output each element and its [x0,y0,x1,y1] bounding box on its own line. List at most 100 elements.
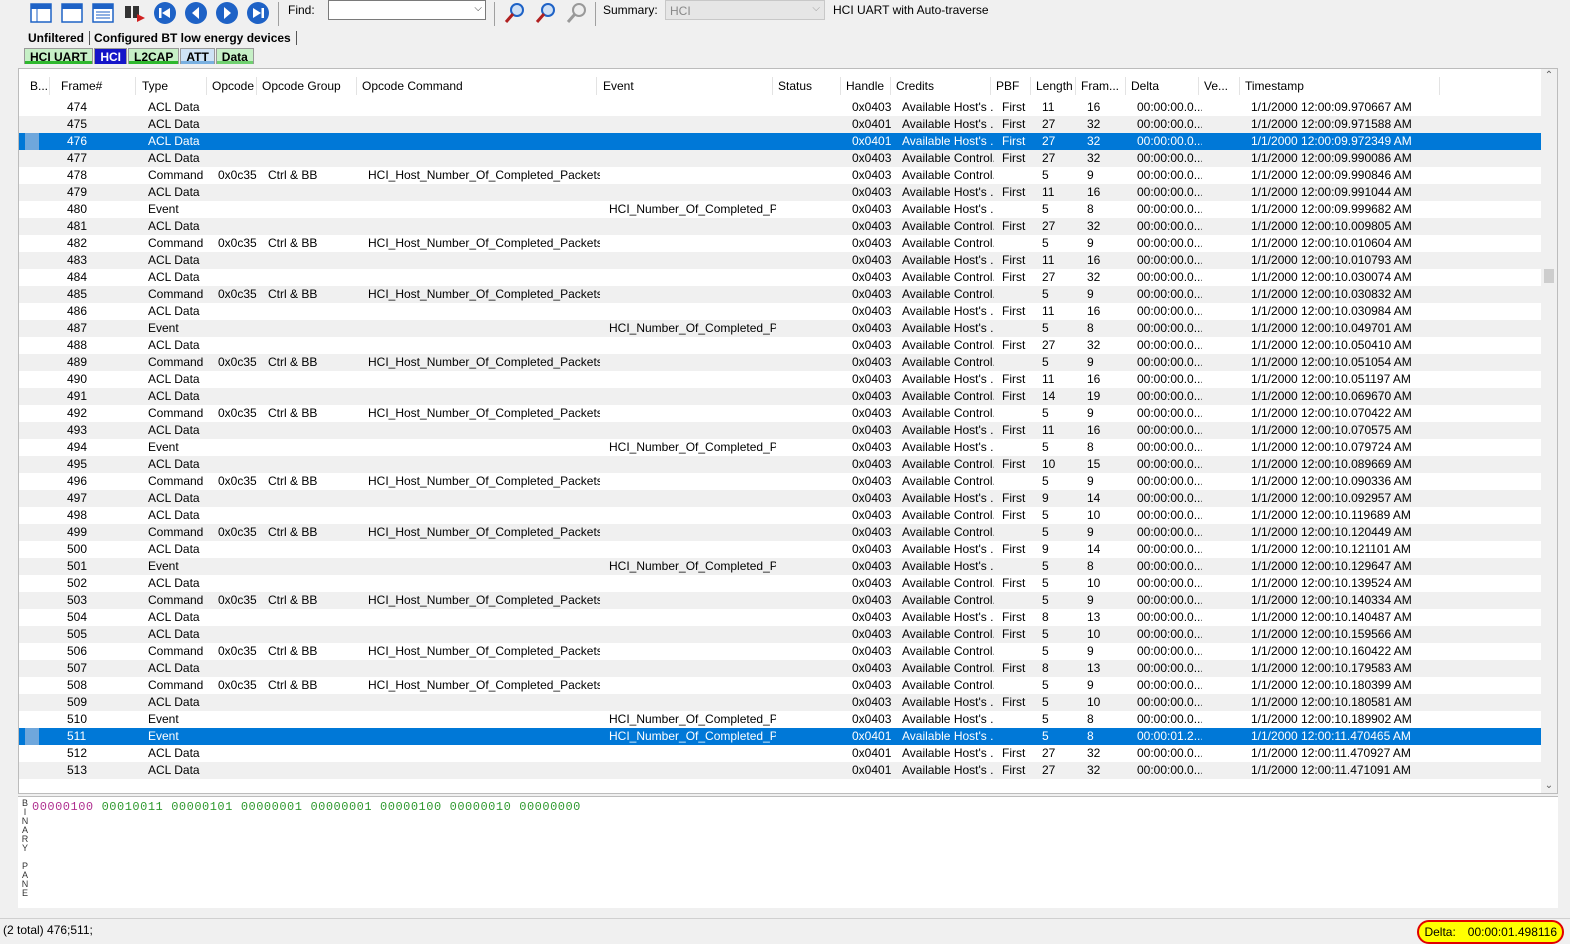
binary-byte[interactable]: 00010011 [102,800,164,814]
table-row[interactable]: 497 ACL Data 0x0403 Available Host's ... Fir… [19,490,1543,507]
table-row[interactable]: 486 ACL Data 0x0403 Available Host's ... Fir… [19,303,1543,320]
table-row[interactable]: 512 ACL Data 0x0401 Available Host's ... Fir… [19,745,1543,762]
find-binoculars-icon[interactable] [121,2,147,24]
column-header-type[interactable]: Type [137,77,207,95]
table-row[interactable]: 493 ACL Data 0x0403 Available Host's ... Fir… [19,422,1543,439]
cell-frame: 496 [67,474,88,488]
binary-byte[interactable]: 00000100 [32,800,94,814]
table-row[interactable]: 513 ACL Data 0x0401 Available Host's ... Fir… [19,762,1543,779]
column-header-version[interactable]: Ve... [1199,77,1240,95]
column-header-opcode[interactable]: Opcode [207,77,257,95]
table-row[interactable]: 500 ACL Data 0x0403 Available Host's ... Fir… [19,541,1543,558]
binary-byte[interactable]: 00000001 [310,800,372,814]
chevron-down-icon[interactable]: ⌵ [474,3,482,14]
find-input[interactable]: ⌵ [328,0,486,20]
cell-timestamp: 1/1/2000 12:00:10.049701 AM [1251,321,1412,335]
summary-label: Summary: [603,3,658,17]
table-row[interactable]: 488 ACL Data 0x0403 Available Control... Fir… [19,337,1543,354]
column-header-timestamp[interactable]: Timestamp [1240,77,1440,95]
table-row[interactable]: 502 ACL Data 0x0403 Available Control... Fir… [19,575,1543,592]
column-header-status[interactable]: Status [773,77,841,95]
table-row[interactable]: 480 Event HCI_Number_Of_Completed_Pa... 0x0… [19,201,1543,218]
table-row[interactable]: 481 ACL Data 0x0403 Available Control... Fir… [19,218,1543,235]
table-row[interactable]: 504 ACL Data 0x0403 Available Host's ... Fir… [19,609,1543,626]
column-header-pbf[interactable]: PBF [991,77,1031,95]
binary-byte[interactable]: 00000010 [450,800,512,814]
table-row[interactable]: 479 ACL Data 0x0403 Available Host's ... Fir… [19,184,1543,201]
table-row[interactable]: 477 ACL Data 0x0403 Available Control... Fir… [19,150,1543,167]
table-row[interactable]: 503 Command 0x0c35 Ctrl & BB HCI_Host_Number… [19,592,1543,609]
table-row[interactable]: 495 ACL Data 0x0403 Available Control... Fir… [19,456,1543,473]
binary-byte[interactable]: 00000100 [380,800,442,814]
pane-layout-2-icon[interactable] [59,2,85,24]
table-row[interactable]: 496 Command 0x0c35 Ctrl & BB HCI_Host_Number… [19,473,1543,490]
find-forward-icon[interactable] [533,2,559,24]
table-row[interactable]: 498 ACL Data 0x0403 Available Control... Fir… [19,507,1543,524]
cell-handle: 0x0403 [852,457,892,471]
tab-data[interactable]: Data [215,48,254,64]
table-row[interactable]: 483 ACL Data 0x0403 Available Host's ... Fir… [19,252,1543,269]
table-row[interactable]: 509 ACL Data 0x0403 Available Host's ... Fir… [19,694,1543,711]
binary-byte[interactable]: 00000000 [519,800,581,814]
table-row[interactable]: 476 ACL Data 0x0401 Available Host's ... Fir… [19,133,1543,150]
filter-unfiltered[interactable]: Unfiltered [24,31,91,45]
binary-byte[interactable]: 00000001 [241,800,303,814]
pane-layout-3-icon[interactable] [90,2,116,24]
cell-type: Command [148,287,204,301]
column-header-opcode-command[interactable]: Opcode Command [357,77,597,95]
scroll-down-icon[interactable]: ⌄ [1541,779,1557,793]
tab-hci-uart[interactable]: HCI UART [24,48,94,64]
table-row[interactable]: 485 Command 0x0c35 Ctrl & BB HCI_Host_Number… [19,286,1543,303]
table-row[interactable]: 478 Command 0x0c35 Ctrl & BB HCI_Host_Number… [19,167,1543,184]
tab-hci[interactable]: HCI [94,48,127,64]
column-header-opcode-group[interactable]: Opcode Group [257,77,357,95]
tab-att[interactable]: ATT [180,48,215,64]
last-frame-icon[interactable] [245,2,271,24]
table-row[interactable]: 507 ACL Data 0x0403 Available Control... Fir… [19,660,1543,677]
table-row[interactable]: 501 Event HCI_Number_Of_Completed_Pa... 0x0… [19,558,1543,575]
scroll-up-icon[interactable]: ⌃ [1541,69,1557,83]
table-row[interactable]: 511 Event HCI_Number_Of_Completed_Pa... 0x0… [19,728,1543,745]
table-row[interactable]: 510 Event HCI_Number_Of_Completed_Pa... 0x0… [19,711,1543,728]
table-row[interactable]: 490 ACL Data 0x0403 Available Host's ... Fir… [19,371,1543,388]
next-frame-icon[interactable] [214,2,240,24]
cell-delta: 00:00:00.0... [1137,372,1202,386]
cell-status [784,660,844,677]
pane-layout-1-icon[interactable] [28,2,54,24]
column-header-length[interactable]: Length [1031,77,1076,95]
binary-byte[interactable]: 00000101 [171,800,233,814]
table-row[interactable]: 499 Command 0x0c35 Ctrl & BB HCI_Host_Number… [19,524,1543,541]
column-header-handle[interactable]: Handle [841,77,891,95]
vertical-scrollbar[interactable]: ⌃ ⌄ [1541,69,1557,793]
table-row[interactable]: 494 Event HCI_Number_Of_Completed_Pa... 0x0… [19,439,1543,456]
cell-opcode-group: Ctrl & BB [268,593,318,607]
column-header-delta[interactable]: Delta [1126,77,1199,95]
table-row[interactable]: 489 Command 0x0c35 Ctrl & BB HCI_Host_Number… [19,354,1543,371]
column-header-frame-length[interactable]: Fram... [1076,77,1126,95]
tab-l2cap[interactable]: L2CAP [128,48,180,64]
table-row[interactable]: 484 ACL Data 0x0403 Available Control... Fir… [19,269,1543,286]
table-row[interactable]: 491 ACL Data 0x0403 Available Control... Fir… [19,388,1543,405]
table-row[interactable]: 508 Command 0x0c35 Ctrl & BB HCI_Host_Number… [19,677,1543,694]
table-row[interactable]: 492 Command 0x0c35 Ctrl & BB HCI_Host_Number… [19,405,1543,422]
column-header-event[interactable]: Event [598,77,773,95]
table-row[interactable]: 506 Command 0x0c35 Ctrl & BB HCI_Host_Number… [19,643,1543,660]
cell-opcode-group [268,575,360,592]
first-frame-icon[interactable] [152,2,178,24]
table-row[interactable]: 487 Event HCI_Number_Of_Completed_Pa... 0x0… [19,320,1543,337]
table-row[interactable]: 475 ACL Data 0x0401 Available Host's ... Fir… [19,116,1543,133]
column-header-credits[interactable]: Credits [891,77,991,95]
table-row[interactable]: 474 ACL Data 0x0403 Available Host's ... Fir… [19,99,1543,116]
table-row[interactable]: 482 Command 0x0c35 Ctrl & BB HCI_Host_Number… [19,235,1543,252]
previous-frame-icon[interactable] [183,2,209,24]
scrollbar-thumb[interactable] [1544,269,1554,283]
cell-opcode-command [368,184,600,201]
column-header-bookmark[interactable]: B... [25,77,50,95]
table-row[interactable]: 505 ACL Data 0x0403 Available Control... Fir… [19,626,1543,643]
find-backward-icon[interactable] [502,2,528,24]
filter-configured-ble[interactable]: Configured BT low energy devices [90,31,297,45]
cell-opcode-group [268,150,360,167]
summary-select[interactable]: HCI ⌵ [665,0,825,20]
cell-credits: Available Control... [902,270,994,284]
column-header-frame[interactable]: Frame# [56,77,136,95]
